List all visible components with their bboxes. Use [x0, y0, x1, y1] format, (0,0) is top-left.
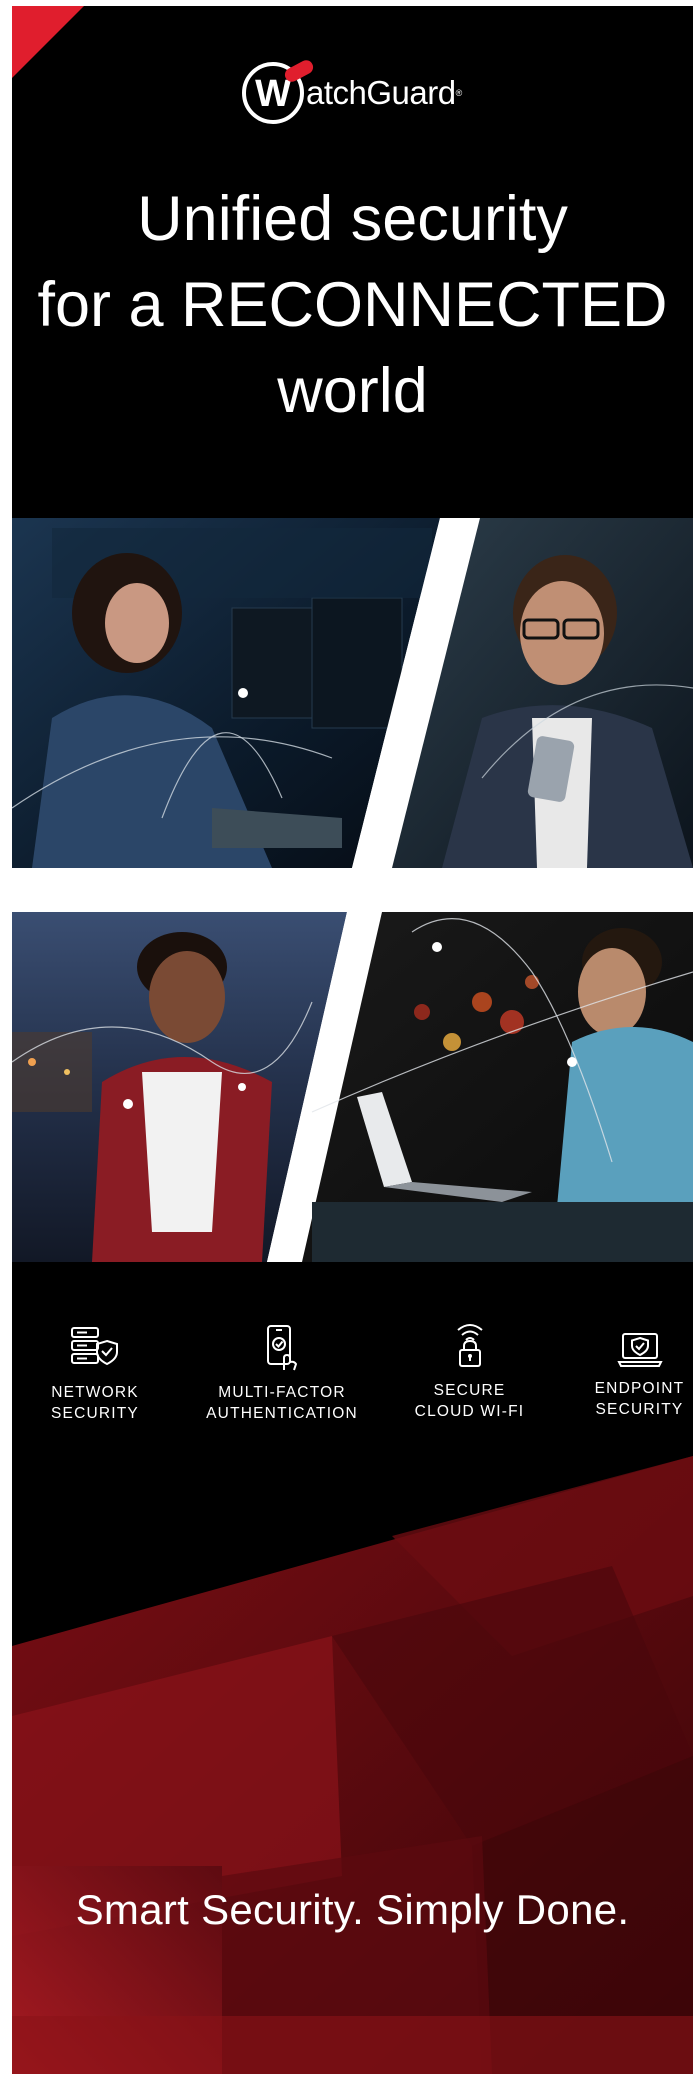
- feature-secure-cloud-wifi: SECURE CLOUD WI-FI: [397, 1320, 542, 1422]
- red-corner-accent: [12, 6, 84, 78]
- feature-multi-factor-authentication: MULTI-FACTOR AUTHENTICATION: [192, 1324, 372, 1424]
- feature-label: ENDPOINT SECURITY: [594, 1380, 685, 1418]
- watchguard-logo: W atchGuard ®: [242, 57, 463, 128]
- feature-network-security: NETWORK SECURITY: [30, 1326, 160, 1424]
- logo-registered-mark: ®: [455, 88, 463, 98]
- headline-line-3: world: [277, 356, 428, 426]
- logo-letter: W: [255, 73, 291, 115]
- headline-line-2: for a RECONNECTED: [37, 270, 668, 340]
- feature-label: NETWORK SECURITY: [51, 1384, 139, 1422]
- feature-endpoint-security: ENDPOINT SECURITY: [572, 1328, 693, 1420]
- woman-at-monitors-photo: [12, 518, 693, 868]
- feature-label: SECURE CLOUD WI-FI: [414, 1382, 525, 1420]
- network-security-icon: [71, 1327, 118, 1366]
- headline-line-1: Unified security: [137, 184, 568, 254]
- red-background-graphic: [12, 1456, 693, 2074]
- woman-smiling-with-phone-photo: [12, 912, 693, 1262]
- tagline: Smart Security. Simply Done.: [75, 1886, 630, 1933]
- endpoint-security-icon: [616, 1333, 663, 1367]
- multi-factor-authentication-icon: [267, 1325, 298, 1371]
- banner: W atchGuard ® Unified security for a REC…: [12, 6, 693, 2074]
- feature-label: MULTI-FACTOR AUTHENTICATION: [206, 1384, 358, 1422]
- headline: Unified security for a RECONNECTED world: [12, 176, 693, 434]
- secure-wifi-icon: [456, 1324, 483, 1367]
- logo-text: atchGuard: [306, 74, 456, 111]
- photo-row-2: [12, 912, 693, 1262]
- photo-gap: [12, 868, 693, 912]
- photo-row-1: [12, 518, 693, 868]
- logo-mark: W: [242, 57, 316, 124]
